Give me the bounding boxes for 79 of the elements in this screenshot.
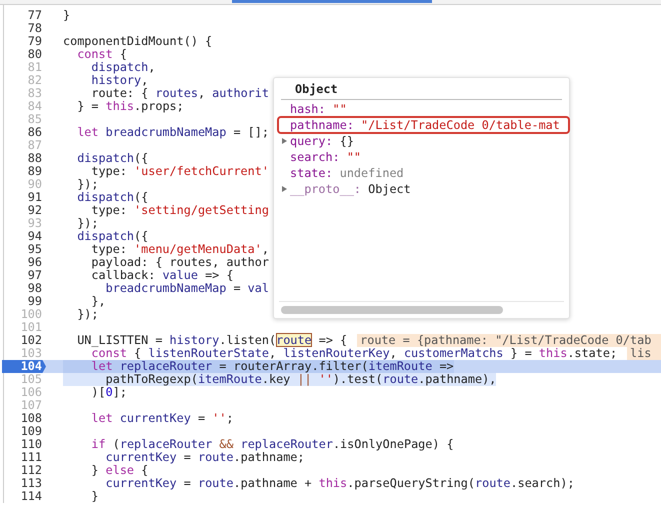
line-number: 83 bbox=[26, 87, 43, 100]
code-line: type: 'menu/getMenuData', bbox=[91, 243, 269, 256]
property-line: state: undefined bbox=[289, 165, 405, 182]
code-line: componentDidMount() { bbox=[63, 35, 212, 48]
line-number: 78 bbox=[26, 22, 43, 35]
code-line: currentKey = route.pathname + this.parseQueryString(route.search); bbox=[104, 477, 574, 490]
line-number: 94 bbox=[26, 230, 43, 243]
code-line: }); bbox=[76, 178, 99, 191]
line-number: 93 bbox=[26, 217, 43, 230]
line-number: 90 bbox=[26, 178, 43, 191]
code-line: type: 'user/fetchCurrent' bbox=[91, 165, 269, 178]
line-number: 113 bbox=[20, 477, 43, 490]
code-line: dispatch({ bbox=[76, 191, 148, 204]
code-line: )[0]; bbox=[90, 386, 127, 399]
code-line: }, bbox=[90, 295, 106, 308]
line-number: 114 bbox=[20, 490, 43, 503]
line-number: 110 bbox=[20, 438, 43, 451]
property-line: query: {} bbox=[289, 133, 355, 150]
line-number: 98 bbox=[26, 282, 43, 295]
code-line: let breadcrumbNameMap = []; bbox=[76, 126, 269, 139]
line-number: 108 bbox=[20, 412, 43, 425]
code-line: const { listenRouterState, listenRouterKey, customerMatchs } = this.state; bbox=[91, 347, 618, 360]
line-number: 107 bbox=[20, 399, 43, 412]
line-number: 87 bbox=[26, 139, 43, 152]
line-number: 102 bbox=[20, 334, 43, 347]
code-line: payload: { routes, author bbox=[90, 256, 269, 269]
code-line: dispatch, bbox=[90, 61, 156, 74]
line-number: 109 bbox=[20, 425, 43, 438]
line-number: 80 bbox=[26, 48, 43, 61]
code-line: history, bbox=[90, 74, 148, 87]
code-line: } bbox=[90, 490, 99, 503]
code-line: let currentKey = ''; bbox=[90, 412, 234, 425]
line-number: 89 bbox=[26, 165, 43, 178]
code-line: type: 'setting/getSetting bbox=[91, 204, 269, 217]
code-line: dispatch({ bbox=[76, 152, 148, 165]
inline-value: lis bbox=[627, 347, 661, 360]
line-number: 82 bbox=[26, 74, 43, 87]
code-line: currentKey = route.pathname; bbox=[104, 451, 305, 464]
line-number: 112 bbox=[20, 464, 43, 477]
expand-icon[interactable] bbox=[281, 185, 288, 193]
line-number: 111 bbox=[20, 451, 43, 464]
line-number: 97 bbox=[26, 269, 43, 282]
expand-icon[interactable] bbox=[281, 137, 288, 145]
line-number: 99 bbox=[26, 295, 43, 308]
code-line: }); bbox=[76, 308, 99, 321]
line-number: 100 bbox=[20, 308, 43, 321]
line-number: 81 bbox=[26, 61, 43, 74]
property-line: __proto__: Object bbox=[289, 181, 412, 198]
line-number: 95 bbox=[26, 243, 43, 256]
line-number: 85 bbox=[26, 113, 43, 126]
property-line: search: "" bbox=[289, 149, 362, 166]
code-line: } else { bbox=[90, 464, 148, 477]
line-number: 88 bbox=[26, 152, 43, 165]
property-line: hash: "" bbox=[289, 101, 348, 118]
line-number: 103 bbox=[20, 347, 43, 360]
line-number: 106 bbox=[20, 386, 43, 399]
code-line: UN_LISTTEN = history.listen(route => { bbox=[76, 334, 348, 347]
breakpoint-marker[interactable]: 104 bbox=[2, 360, 46, 373]
code-line: if (replaceRouter && replaceRouter.isOnlyOnePage) { bbox=[90, 438, 454, 451]
code-line: dispatch({ bbox=[76, 230, 148, 243]
code-line: } = this.props; bbox=[76, 100, 184, 113]
code-line: const { bbox=[77, 48, 127, 61]
code-line: } bbox=[63, 9, 70, 22]
line-number: 84 bbox=[26, 100, 43, 113]
code-line: breadcrumbNameMap = val bbox=[104, 282, 269, 295]
line-number: 86 bbox=[26, 126, 43, 139]
line-number: 79 bbox=[26, 35, 43, 48]
line-number: 91 bbox=[26, 191, 43, 204]
scrollbar[interactable] bbox=[281, 306, 503, 314]
line-number: 101 bbox=[20, 321, 43, 334]
line-number: 105 bbox=[20, 373, 43, 386]
code-line: route: { routes, authorit bbox=[90, 87, 269, 100]
inline-value: route = {pathname: "/List/TradeCode 0/tab bbox=[357, 334, 661, 347]
code-line: }); bbox=[76, 217, 99, 230]
line-number: 77 bbox=[26, 9, 43, 22]
line-number: 92 bbox=[26, 204, 43, 217]
line-number: 96 bbox=[26, 256, 43, 269]
popover-title: Object bbox=[294, 82, 338, 96]
code-line: callback: value => { bbox=[90, 269, 234, 282]
